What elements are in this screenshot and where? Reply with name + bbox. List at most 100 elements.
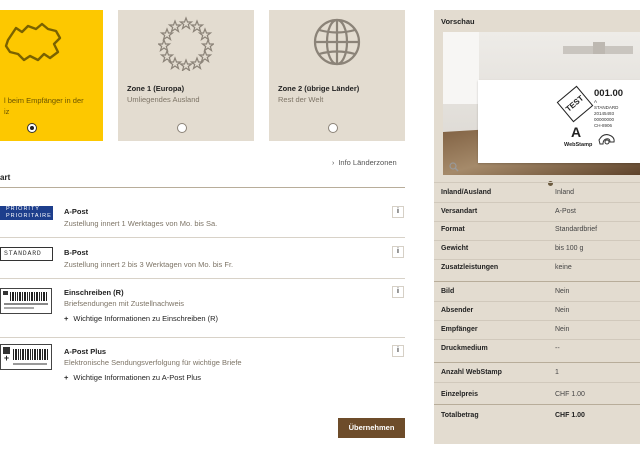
- stamp-code-line: 00000000: [594, 117, 615, 122]
- divider: [434, 382, 640, 383]
- preview-value: Nein: [555, 307, 570, 314]
- stamp-code-line: A: [594, 99, 598, 104]
- divider: [434, 182, 640, 183]
- barcode-icon: +: [3, 347, 48, 365]
- plus-icon: +: [64, 314, 69, 323]
- option-description: Elektronische Sendungsverfolgung für wic…: [64, 358, 242, 367]
- info-button[interactable]: i: [392, 246, 404, 258]
- option-a-post[interactable]: PRIORITY PRIORITAIRE A-Post Zustellung i…: [0, 196, 405, 236]
- stamp-number: 001.00: [594, 88, 624, 99]
- preview-label: Inland/Ausland: [441, 189, 492, 196]
- divider: [434, 404, 640, 405]
- chevron-right-icon: ›: [332, 160, 335, 167]
- divider: [434, 240, 640, 241]
- divider: [434, 320, 640, 321]
- divider: [434, 339, 640, 340]
- preview-label: Druckmedium: [441, 345, 488, 352]
- preview-value: --: [555, 345, 560, 352]
- preview-label: Versandart: [441, 208, 478, 215]
- preview-value: Nein: [555, 326, 570, 333]
- info-button[interactable]: i: [392, 206, 404, 218]
- divider: [434, 362, 640, 363]
- zone-switzerland-subtitle: l beim Empfänger in der iz: [4, 96, 84, 116]
- preview-label: Absender: [441, 307, 474, 314]
- option-description: Briefsendungen mit Zustellnachweis: [64, 299, 185, 308]
- registered-barcode-label: [0, 288, 52, 314]
- preview-value: CHF 1.00: [555, 391, 585, 398]
- divider: [0, 187, 405, 188]
- plus-icon: +: [64, 373, 69, 382]
- preview-total-value: CHF 1.00: [555, 412, 585, 419]
- stamp-code-line: 20145493: [594, 111, 615, 116]
- info-laenderzonen-link[interactable]: › Info Länderzonen: [332, 158, 397, 167]
- option-a-post-plus[interactable]: + A-Post Plus Elektronische Sendungsverf…: [0, 338, 405, 396]
- zone-card-world[interactable]: Zone 2 (übrige Länder) Rest der Welt: [269, 10, 405, 141]
- option-einschreiben[interactable]: Einschreiben (R) Briefsendungen mit Zust…: [0, 279, 405, 337]
- divider: [434, 221, 640, 222]
- einschreiben-info-label: Wichtige Informationen zu Einschreiben (…: [73, 314, 219, 323]
- preview-panel: Vorschau TEST 001.00 A STANDARD 20145493…: [434, 10, 640, 444]
- zone-switzerland-radio[interactable]: [27, 123, 37, 133]
- preview-label: Empfänger: [441, 326, 478, 333]
- zone-europe-radio[interactable]: [177, 123, 187, 133]
- einschreiben-info-toggle[interactable]: + Wichtige Informationen zu Einschreiben …: [64, 314, 218, 323]
- apply-button[interactable]: Übernehmen: [338, 418, 405, 438]
- option-description: Zustellung innert 2 bis 3 Werktagen von …: [64, 260, 234, 269]
- preview-value: bis 100 g: [555, 245, 584, 252]
- option-description: Zustellung innert 1 Werktages von Mo. bi…: [64, 219, 218, 228]
- zoom-icon[interactable]: [449, 162, 459, 172]
- section-title: art: [0, 173, 11, 182]
- info-button[interactable]: i: [392, 345, 404, 357]
- stamp-code-line: CH-8906: [594, 123, 613, 128]
- preview-label: Zusatzleistungen: [441, 264, 499, 271]
- stamp-letter: A: [571, 124, 582, 140]
- a-post-plus-info-toggle[interactable]: + Wichtige Informationen zu A-Post Plus: [64, 373, 201, 382]
- preview-value: Standardbrief: [555, 226, 598, 233]
- divider: [434, 259, 640, 260]
- preview-label: Format: [441, 226, 465, 233]
- zone-world-title: Zone 2 (übrige Länder): [278, 84, 360, 93]
- eu-stars-icon: [158, 16, 214, 71]
- preview-value: 1: [555, 369, 559, 376]
- webstamp-preview: TEST 001.00 A STANDARD 20145493 00000000…: [478, 80, 640, 163]
- option-title: A-Post Plus: [64, 347, 107, 356]
- option-title: A-Post: [64, 207, 89, 216]
- preview-value: Nein: [555, 288, 570, 295]
- preview-value: A-Post: [555, 208, 577, 215]
- standard-logo: STANDARD: [0, 247, 53, 261]
- divider: [434, 202, 640, 203]
- a-post-plus-barcode-label: +: [0, 344, 52, 370]
- priority-logo: PRIORITY PRIORITAIRE: [0, 206, 53, 220]
- option-title: B-Post: [64, 248, 89, 257]
- zone-world-radio[interactable]: [328, 123, 338, 133]
- barcode-icon: [3, 291, 48, 309]
- info-laenderzonen-label: Info Länderzonen: [338, 158, 397, 167]
- zone-world-subtitle: Rest der Welt: [278, 95, 324, 104]
- zone-europe-subtitle: Umliegendes Ausland: [127, 95, 200, 104]
- zone-europe-title: Zone 1 (Europa): [127, 84, 185, 93]
- preview-label: Gewicht: [441, 245, 469, 252]
- option-b-post[interactable]: STANDARD B-Post Zustellung innert 2 bis …: [0, 238, 405, 278]
- preview-label: Bild: [441, 288, 455, 295]
- globe-icon: [313, 18, 361, 66]
- postal-horn-icon: [598, 134, 615, 145]
- preview-title: Vorschau: [441, 17, 475, 26]
- preview-label: Totalbetrag: [441, 412, 479, 419]
- divider: [434, 301, 640, 302]
- option-title: Einschreiben (R): [64, 288, 124, 297]
- info-button[interactable]: i: [392, 286, 404, 298]
- svg-text:+: +: [4, 353, 9, 363]
- stamp-code-line: STANDARD: [594, 105, 619, 110]
- preview-image[interactable]: TEST 001.00 A STANDARD 20145493 00000000…: [443, 32, 640, 175]
- preview-label: Anzahl WebStamp: [441, 369, 502, 376]
- zone-card-switzerland[interactable]: l beim Empfänger in der iz: [0, 10, 103, 141]
- switzerland-map-icon: [4, 22, 62, 62]
- zone-card-europe[interactable]: Zone 1 (Europa) Umliegendes Ausland: [118, 10, 254, 141]
- stamp-brand: WebStamp: [564, 142, 593, 148]
- preview-value: keine: [555, 264, 572, 271]
- preview-value: Inland: [555, 189, 575, 196]
- test-stamp-box: TEST: [556, 85, 594, 123]
- divider: [434, 281, 640, 282]
- a-post-plus-info-label: Wichtige Informationen zu A-Post Plus: [73, 373, 201, 382]
- preview-label: Einzelpreis: [441, 391, 478, 398]
